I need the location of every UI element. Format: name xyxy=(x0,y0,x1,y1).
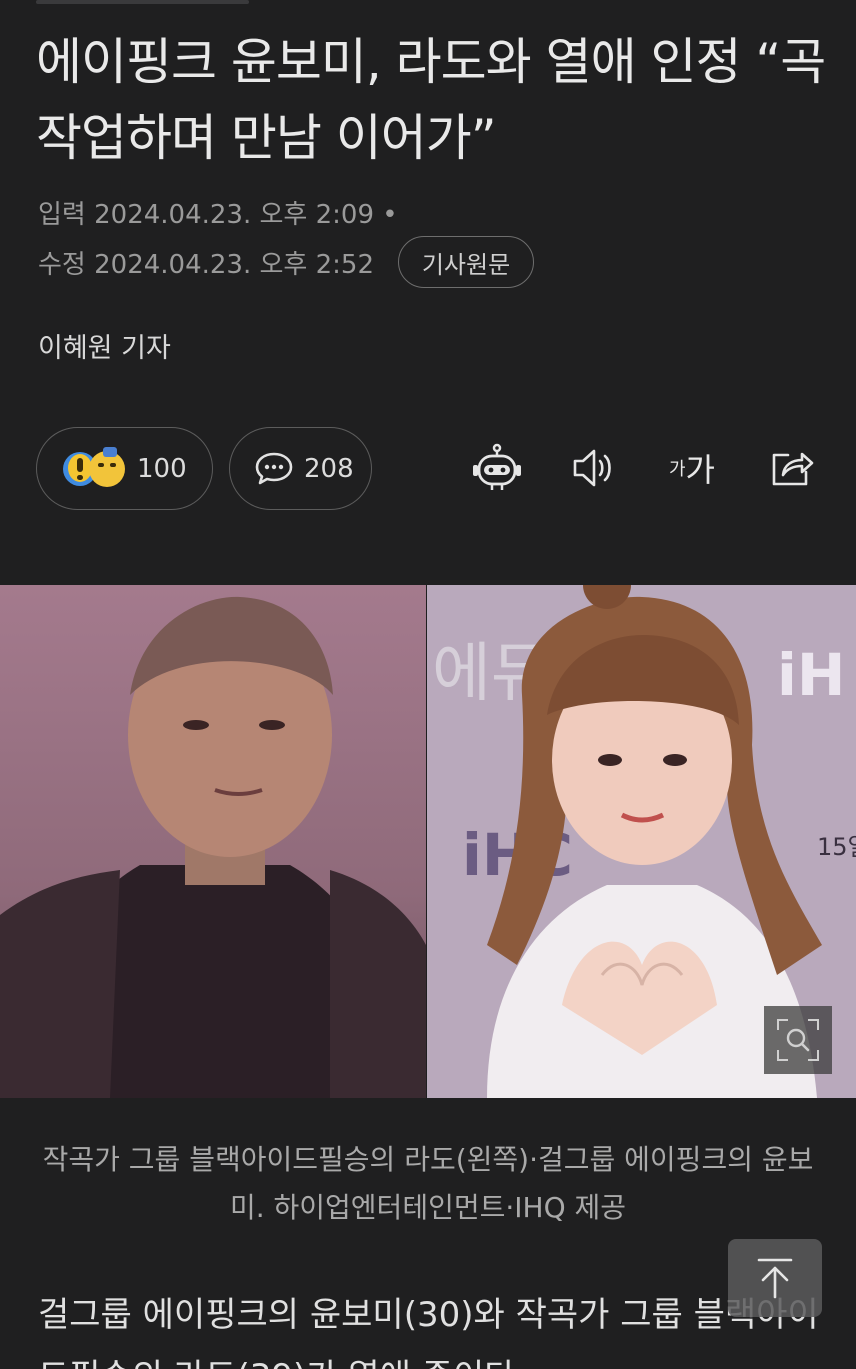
top-divider xyxy=(36,0,249,4)
article-headline: 에이핑크 윤보미, 라도와 열애 인정 “곡 작업하며 만남 이어가” xyxy=(36,33,826,167)
svg-text:15일: 15일 xyxy=(817,833,856,861)
article-photo[interactable]: 에듀 iH iHC 15일 xyxy=(0,585,856,1098)
robot-icon[interactable] xyxy=(469,440,525,496)
arrow-up-icon xyxy=(757,1258,793,1299)
reporter-name: 이혜원 기자 xyxy=(38,333,171,364)
comment-button[interactable]: 208 xyxy=(229,427,372,510)
comment-icon xyxy=(254,451,294,487)
reaction-count: 100 xyxy=(137,453,187,484)
share-icon[interactable] xyxy=(764,440,820,496)
svg-text:iH: iH xyxy=(777,641,845,709)
font-size-icon[interactable]: 가가 xyxy=(664,440,720,496)
photo-caption: 작곡가 그룹 블랙아이드필승의 라도(왼쪽)·걸그룹 에이핑크의 윤보미. 하이… xyxy=(42,1143,814,1224)
original-article-button[interactable]: 기사원문 xyxy=(398,236,534,288)
font-large-glyph: 가 xyxy=(685,451,715,489)
font-small-glyph: 가 xyxy=(668,459,686,480)
article-body-first-paragraph: 걸그룹 에이핑크의 윤보미(30)와 작곡가 그룹 블랙아이드필승의 라도(39… xyxy=(38,1295,819,1369)
reaction-button[interactable]: 100 xyxy=(36,427,213,510)
speaker-icon[interactable] xyxy=(566,440,622,496)
happy-emoji-icon xyxy=(89,446,125,487)
modified-date: 수정 2024.04.23. 오후 2:52 xyxy=(38,250,374,280)
comment-count: 208 xyxy=(304,453,354,484)
photo-left-person xyxy=(0,585,426,1098)
zoom-icon[interactable] xyxy=(764,1006,832,1074)
published-date: 입력 2024.04.23. 오후 2:09 • xyxy=(38,200,398,230)
scroll-to-top-button[interactable] xyxy=(728,1239,822,1317)
